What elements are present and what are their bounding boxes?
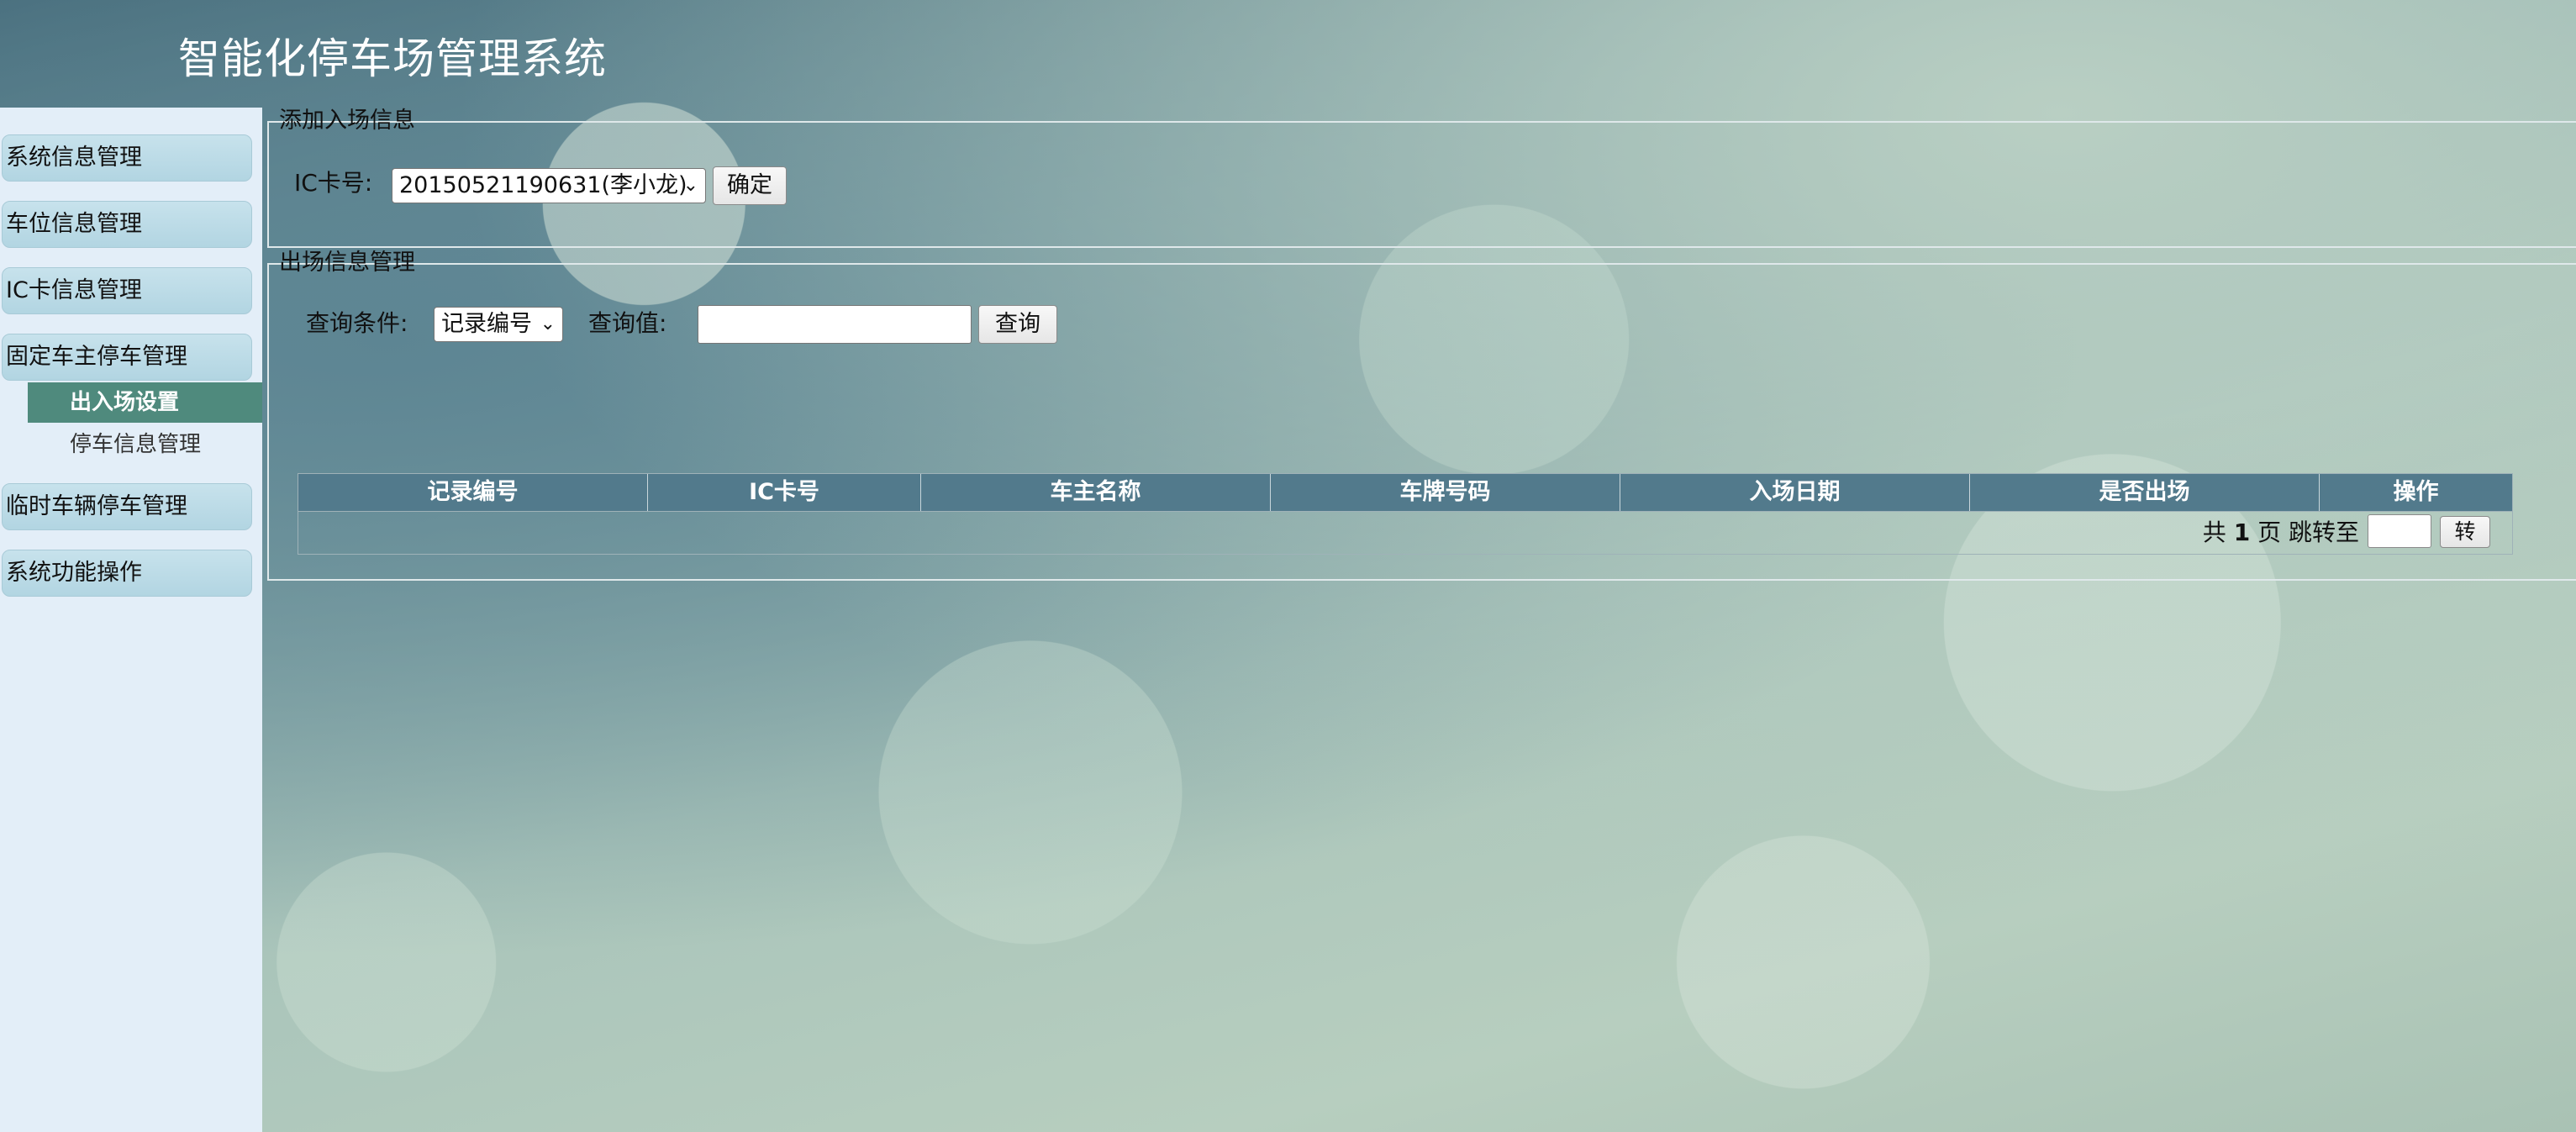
query-value-input[interactable] xyxy=(698,305,972,344)
exit-legend: 出场信息管理 xyxy=(279,250,415,276)
pager: 共 1 页 跳转至 转 xyxy=(298,511,2512,554)
sidebar-subitem-entry-exit-settings[interactable]: 出入场设置 xyxy=(28,382,262,423)
page-jump-button[interactable]: 转 xyxy=(2440,516,2490,548)
query-condition-select[interactable]: 记录编号 ⌄ xyxy=(434,307,563,342)
entry-fieldset: 添加入场信息 IC卡号: 20150521190631(李小龙) ⌄ 确定 xyxy=(267,108,2576,248)
main-content: 添加入场信息 IC卡号: 20150521190631(李小龙) ⌄ 确定 出场… xyxy=(262,108,2576,1132)
ic-card-label: IC卡号: xyxy=(294,169,373,197)
column-header: 车主名称 xyxy=(921,474,1271,511)
exit-fieldset: 出场信息管理 查询条件: 记录编号 ⌄ 查询值: 查询 记录编号 IC卡号 车主… xyxy=(267,250,2576,581)
sidebar-item-parking-space[interactable]: 车位信息管理 xyxy=(2,201,252,248)
column-header: 入场日期 xyxy=(1620,474,1970,511)
query-value-label: 查询值: xyxy=(588,309,667,337)
exit-records-table: 记录编号 IC卡号 车主名称 车牌号码 入场日期 是否出场 操作 共 1 页 跳… xyxy=(298,473,2513,555)
total-pages: 1 xyxy=(2233,519,2251,546)
column-header: 记录编号 xyxy=(298,474,648,511)
pager-prefix: 共 xyxy=(2202,519,2226,546)
query-condition-value: 记录编号 xyxy=(441,311,532,337)
sidebar-item-system-functions[interactable]: 系统功能操作 xyxy=(2,550,252,597)
pager-text: 共 1 页 跳转至 xyxy=(2203,515,2359,550)
sidebar-subitem-parking-info[interactable]: 停车信息管理 xyxy=(28,424,262,465)
column-header: 操作 xyxy=(2393,479,2439,505)
ic-card-select[interactable]: 20150521190631(李小龙) ⌄ xyxy=(392,168,706,203)
query-condition-label: 查询条件: xyxy=(306,309,408,337)
app-title: 智能化停车场管理系统 xyxy=(178,34,607,83)
column-header: 是否出场 xyxy=(1970,474,2320,511)
sidebar-item-system-info[interactable]: 系统信息管理 xyxy=(2,134,252,182)
query-button[interactable]: 查询 xyxy=(978,305,1057,344)
table-header: 记录编号 IC卡号 车主名称 车牌号码 入场日期 是否出场 操作 xyxy=(298,474,2512,511)
confirm-button[interactable]: 确定 xyxy=(713,166,787,205)
app-header: 智能化停车场管理系统 xyxy=(0,0,2576,108)
sidebar-item-temp-vehicle-parking[interactable]: 临时车辆停车管理 xyxy=(2,483,252,530)
sidebar-item-ic-card[interactable]: IC卡信息管理 xyxy=(2,267,252,314)
chevron-down-icon: ⌄ xyxy=(540,313,556,334)
entry-legend: 添加入场信息 xyxy=(279,108,415,134)
sidebar-item-fixed-owner-parking[interactable]: 固定车主停车管理 xyxy=(2,334,252,381)
pager-suffix: 页 跳转至 xyxy=(2257,519,2359,546)
page-jump-input[interactable] xyxy=(2368,514,2431,548)
chevron-down-icon: ⌄ xyxy=(682,175,698,196)
sidebar: 系统信息管理 车位信息管理 IC卡信息管理 固定车主停车管理 出入场设置 停车信… xyxy=(0,108,262,1132)
column-header: 车牌号码 xyxy=(1271,474,1620,511)
column-header: IC卡号 xyxy=(648,474,921,511)
ic-card-select-value: 20150521190631(李小龙) xyxy=(399,172,687,198)
